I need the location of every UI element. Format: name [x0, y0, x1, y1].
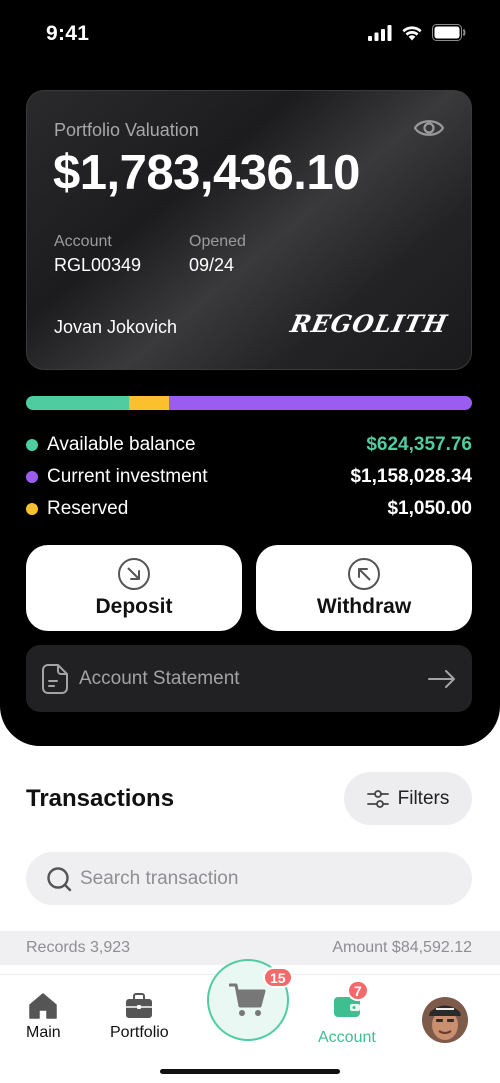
status-icons [368, 24, 466, 41]
avatar [422, 997, 468, 1043]
records-count: Records 3,923 [26, 939, 131, 956]
available-dot [26, 439, 38, 451]
legend-value: $624,357.76 [366, 434, 472, 455]
cart-button[interactable]: 15 [207, 959, 293, 1041]
nav-main-label: Main [26, 1024, 61, 1041]
search-icon [47, 866, 72, 891]
status-time: 9:41 [46, 22, 90, 45]
battery-icon [432, 24, 466, 41]
legend-label: Available balance [47, 434, 196, 455]
legend-value: $1,050.00 [387, 498, 472, 519]
account-statement-button[interactable]: Account Statement [26, 645, 472, 712]
nav-portfolio-label: Portfolio [110, 1024, 169, 1041]
deposit-label: Deposit [95, 595, 173, 618]
allocation-segment-reserved [128, 396, 169, 410]
reserved-dot [26, 503, 38, 515]
transactions-title: Transactions [26, 785, 175, 812]
legend-label: Reserved [47, 498, 129, 519]
allocation-segment-available [26, 396, 129, 410]
nav-main[interactable]: Main [26, 993, 61, 1042]
filters-button[interactable]: Filters [344, 772, 472, 825]
arrow-down-right-icon [118, 558, 150, 590]
portfolio-card: Portfolio Valuation $1,783,436.10 Accoun… [26, 90, 472, 370]
avatar-image [422, 997, 468, 1043]
signal-icon [368, 24, 392, 41]
withdraw-label: Withdraw [316, 595, 412, 618]
account-number: RGL00349 [54, 255, 142, 275]
brand-logo: REGOLITH [287, 309, 451, 338]
nav-profile[interactable] [422, 997, 468, 1043]
portfolio-valuation-label: Portfolio Valuation [54, 120, 199, 140]
search-bar[interactable] [26, 852, 472, 905]
wallet-icon-wrap: 7 [333, 980, 369, 1024]
portfolio-header-panel: 9:41 Portfolio Valuation $1,783,436.10 A… [0, 0, 500, 746]
eye-icon[interactable] [413, 117, 445, 139]
legend-reserved: Reserved $1,050.00 [26, 495, 472, 523]
withdraw-button[interactable]: Withdraw [256, 545, 472, 631]
bottom-nav: Main Portfolio 15 7 Account [0, 959, 500, 1083]
home-icon [29, 993, 58, 1019]
home-indicator [160, 1069, 340, 1074]
cart-badge: 15 [263, 967, 293, 988]
sliders-icon [366, 789, 389, 808]
nav-account[interactable]: 7 Account [318, 980, 376, 1047]
card-holder-name: Jovan Jokovich [54, 317, 178, 337]
cart-icon [229, 983, 266, 1016]
filters-label: Filters [397, 787, 450, 809]
arrow-up-left-icon [348, 558, 380, 590]
nav-account-label: Account [318, 1029, 376, 1046]
allocation-segment-investment [168, 396, 472, 410]
legend-label: Current investment [47, 466, 208, 487]
account-statement-label: Account Statement [79, 667, 240, 689]
portfolio-valuation-value: $1,783,436.10 [53, 146, 360, 200]
legend-value: $1,158,028.34 [350, 466, 472, 487]
nav-portfolio[interactable]: Portfolio [110, 993, 169, 1042]
legend-investment: Current investment $1,158,028.34 [26, 463, 472, 491]
account-label: Account [54, 233, 112, 250]
wifi-icon [402, 25, 422, 40]
investment-dot [26, 471, 38, 483]
account-badge: 7 [346, 980, 369, 1001]
search-input[interactable] [80, 867, 440, 890]
opened-label: Opened [189, 233, 246, 250]
opened-date: 09/24 [189, 255, 235, 275]
allocation-bar [26, 396, 472, 410]
deposit-button[interactable]: Deposit [26, 545, 242, 631]
document-icon [42, 663, 68, 694]
records-amount: Amount $84,592.12 [332, 939, 472, 956]
arrow-right-icon [428, 669, 455, 688]
briefcase-icon [126, 993, 153, 1018]
legend-available: Available balance $624,357.76 [26, 431, 472, 459]
